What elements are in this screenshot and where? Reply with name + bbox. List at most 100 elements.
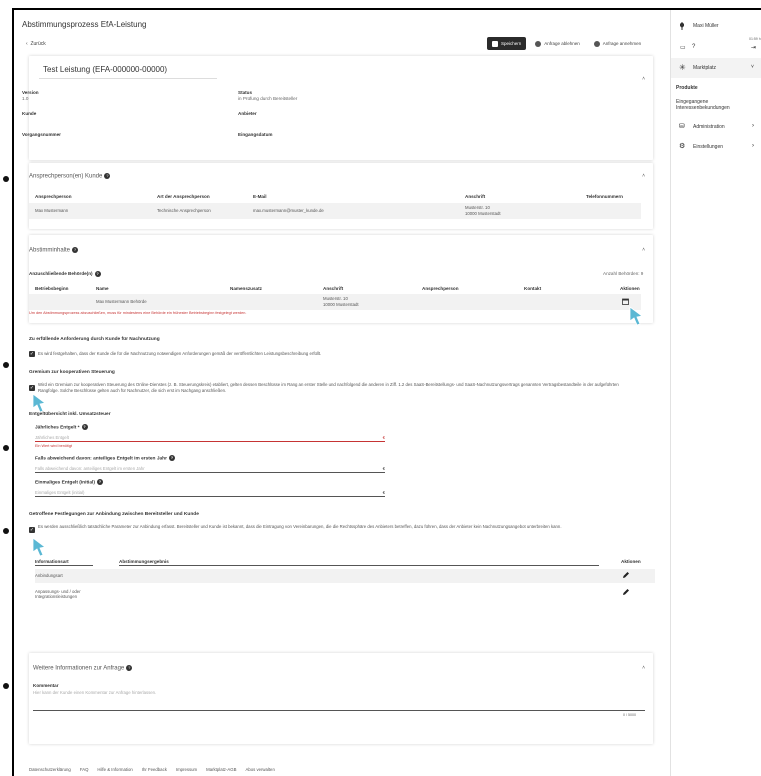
validation-hint: Um den Abstimmungsprozess abzuschließen,… [29,311,247,315]
heading-anforderung: Zu erfüllende Anforderung durch Kunde fü… [29,337,160,342]
mouse-cursor-icon [32,393,46,413]
euro-icon: € [382,435,385,440]
euro-icon: € [382,490,385,495]
status-label: Status [238,90,253,95]
footer-link[interactable]: Marktplatz-AGB [206,767,236,772]
comment-counter: 0 / 5000 [623,713,636,717]
bullet-marker [3,445,9,451]
initial-fee-input[interactable]: Einmaliges Entgelt (initial) € [35,489,385,497]
chevron-up-icon[interactable]: ˄ [642,247,645,253]
footer-link[interactable]: Ihr Feedback [142,767,167,772]
chevron-up-icon[interactable]: ˄ [642,173,645,179]
sidebar-item-interessenbekundungen[interactable]: Eingegangene Interessenbekundungen [676,99,761,111]
col-aktionen: Aktionen [621,559,641,564]
sidebar-item-administration[interactable]: ⛁ Administration › [671,120,761,134]
database-gear-icon: ⛁ [679,123,685,130]
help-icon[interactable]: ? [81,424,88,430]
bullet-marker [3,528,9,534]
save-icon [492,40,498,47]
euro-icon: € [382,466,385,471]
chevron-up-icon[interactable]: ˄ [642,665,645,671]
user-pin-icon [680,22,684,30]
toolbar: Speichern Anfrage ablehnen Anfrage anneh… [487,37,646,50]
footer-link[interactable]: Datenschutzerklärung [29,767,71,772]
checkbox-gremium[interactable]: ✓ [29,385,35,391]
back-link[interactable]: ‹ Zurück [26,41,46,47]
authority-name: Max Mustermann Behörde [96,299,147,304]
footer-link[interactable]: FAQ [80,767,89,772]
col-informationsart: Informationsart [35,559,93,566]
mouse-cursor-icon [629,306,643,326]
checkbox-gremium-label: Wird ein Gremium zur kooperativen Steuer… [38,382,619,393]
col-name: Name [96,286,109,291]
help-icon[interactable]: ? [104,173,111,179]
heading-festlegungen: Getroffene Festlegungen zur Anbindung zw… [29,512,199,517]
footer-link[interactable]: Hilfe & Information [97,767,132,772]
table-row [29,203,641,219]
annual-fee-error: Ein Wert wird benötigt [35,444,73,448]
footer-link[interactable]: Abos verwalten [245,767,274,772]
chevron-down-icon: ˅ [751,64,754,70]
close-circle-icon [535,40,542,47]
col-ansprechperson: Ansprechperson [35,194,72,199]
calendar-icon[interactable] [622,298,629,305]
sidebar-section-marktplatz[interactable]: ✳ Marktplatz ˅ [671,58,761,78]
puzzle-icon: ✳ [679,63,686,72]
chevron-up-icon[interactable]: ˄ [642,76,645,82]
col-telefon: Telefonnummern [586,194,623,199]
col-email: E-Mail [253,194,267,199]
sidebar-item-produkte[interactable]: Produkte [676,85,698,91]
help-icon[interactable]: ? [72,247,79,253]
edit-pencil-icon[interactable] [622,588,630,596]
comment-textarea[interactable]: Hier kann der Kunde einen Kommentar zur … [33,690,645,711]
status-value: in Prüfung durch Bereitsteller [238,96,298,101]
sidebar-item-einstellungen[interactable]: ⚙ Einstellungen › [671,140,761,154]
bullet-marker [3,176,9,182]
accept-request-button[interactable]: Anfrage annehmen [589,37,646,50]
right-bottom-panel [670,616,761,776]
page-title: Abstimmungsprozess EfA-Leistung [22,20,147,29]
bullet-marker [3,683,9,689]
reject-request-button[interactable]: Anfrage ablehnen [530,37,585,50]
row-info-integration: Anpassungs- und / oder Integrationsleist… [35,589,81,599]
authority-address-city: 10000 Musterstadt [323,302,359,307]
authority-address-street: Musterstr. 10 [323,296,348,301]
footer-link[interactable]: Impressum [176,767,197,772]
anbieter-label: Anbieter [238,111,257,116]
gear-icon: ⚙ [679,143,686,150]
contact-type: Technische Ansprechperson [157,208,211,213]
further-info-card: Weitere Informationen zur Anfrage? ˄ Kom… [29,653,653,744]
help-icon[interactable]: ? [126,665,133,671]
help-icon[interactable]: ? [94,271,101,277]
col-kontakt: Kontakt [524,286,542,291]
annual-fee-input[interactable]: Jährliches Entgelt € [35,434,385,442]
user-row[interactable]: Maxi Müller [679,22,719,30]
contact-name: Max Mustermann [35,208,69,213]
abstimminhalte-title: Abstimminhalte? [29,247,79,254]
help-question-icon[interactable]: ? [692,44,695,50]
chat-icon[interactable]: ▭ [680,44,686,51]
edit-pencil-icon[interactable] [622,571,630,579]
service-title: Test Leistung (EFA-000000-00000) [43,65,168,74]
col-betriebsbeginn: Betriebsbeginn [35,286,69,291]
save-button[interactable]: Speichern [487,37,527,50]
heading-entgelt: Entgeltübersicht inkl. Umsatzsteuer [29,412,111,417]
contact-address-city: 10000 Musterstadt [465,211,501,216]
checkbox-festlegungen-label: Es werden ausschließlich tatsächliche Pa… [38,524,562,529]
help-icon[interactable]: ? [96,479,103,485]
col-ansprechperson: Ansprechperson [422,286,459,291]
bullet-marker [3,362,9,368]
checkbox-festlegungen[interactable]: ✓ [29,527,35,533]
field-initial-fee-label: Einmaliges Entgelt (initial)? [35,479,103,486]
col-namenszusatz: Namenszusatz [230,286,262,291]
logout-icon[interactable]: ⇥ [751,44,756,51]
help-icon[interactable]: ? [168,455,175,461]
checkbox-anforderung[interactable]: ✓ [29,351,35,357]
main-content: Abstimmungsprozess EfA-Leistung ‹ Zurück… [14,10,668,776]
first-year-fee-input[interactable]: Falls abweichend davon: anteiliges Entge… [35,465,385,473]
authorities-label: Anzuschließende Behörde(n)? [29,271,101,277]
checkbox-anforderung-label: Es wird festgehalten, dass der Kunde die… [38,351,322,356]
session-time: 01:59 h [749,37,761,41]
row-info-anbindungsart: Anbindungsart [35,573,63,578]
field-first-year-label: Falls abweichend davon: anteiliges Entge… [35,455,175,462]
